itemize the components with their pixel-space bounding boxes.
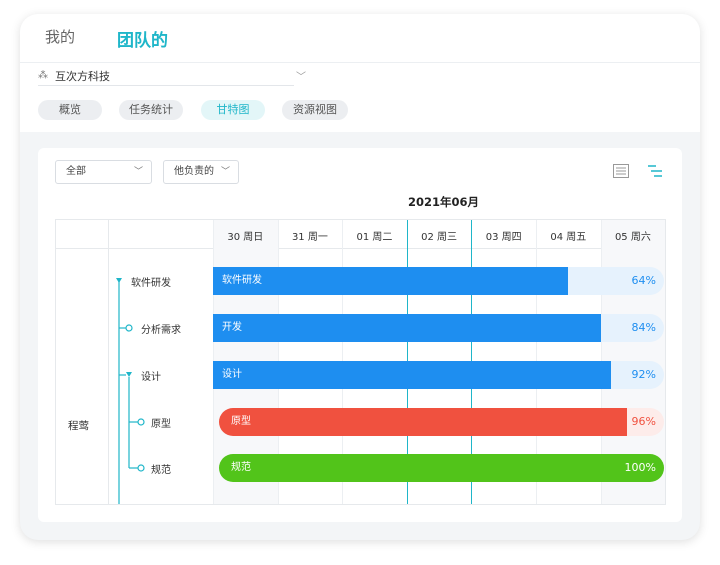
scope-value: 全部 (66, 166, 86, 177)
owner-value: 他负责的 (174, 166, 214, 177)
progress-percent: 84% (631, 321, 656, 334)
tab-team[interactable]: 团队的 (117, 26, 168, 51)
header-divider (20, 62, 700, 63)
tab-overview[interactable]: 概览 (38, 100, 102, 120)
day-header: 31 周一 (291, 232, 328, 243)
person-name: 程莺 (68, 420, 89, 432)
progress-percent: 96% (631, 415, 656, 428)
gantt-grid: 程莺 30 周日 31 周一 01 周二 02 周三 03 周四 04 周五 05 周六软件… (55, 219, 666, 505)
month-label: 2021年06月 (408, 195, 480, 209)
day-header: 02 周三 (421, 232, 458, 243)
header: 我的 团队的 ⁂ 互次方科技 ﹀ 概览 任务统计 甘特图 资源视图 (20, 14, 700, 132)
day-header: 05 周六 (614, 232, 651, 243)
progress-percent: 64% (631, 274, 656, 287)
tab-mine[interactable]: 我的 (45, 26, 75, 47)
progress-percent: 100% (624, 461, 656, 474)
leaf-node-icon (137, 418, 145, 426)
task-tree-label[interactable]: 分析需求 (141, 321, 181, 336)
org-name: 互次方科技 (55, 70, 110, 83)
day-header: 30 周日 (227, 232, 264, 243)
org-tree-icon: ⁂ (38, 70, 48, 81)
tab-task-stats[interactable]: 任务统计 (119, 100, 183, 120)
task-bar[interactable]: 原型 (219, 408, 627, 436)
list-view-icon[interactable] (612, 162, 630, 180)
leaf-node-icon (137, 464, 145, 472)
task-bar[interactable]: 开发 (213, 314, 601, 342)
task-tree-label[interactable]: 软件研发 (131, 274, 171, 289)
chevron-down-icon: ﹀ (296, 72, 306, 83)
day-header: 01 周二 (356, 232, 393, 243)
chevron-down-icon: ﹀ (133, 167, 143, 177)
leaf-node-icon (125, 324, 133, 332)
gantt-panel: 全部 ﹀ 他负责的 ﹀ 2021年06月 程莺 30 周日 31 周一 01 周二 0… (38, 148, 682, 522)
collapse-caret-icon (126, 372, 132, 377)
owner-dropdown[interactable]: 他负责的 ﹀ (163, 160, 239, 184)
collapse-caret-icon (116, 278, 122, 283)
day-header: 03 周四 (485, 232, 522, 243)
tab-gantt[interactable]: 甘特图 (201, 100, 265, 120)
task-tree-label[interactable]: 规范 (151, 461, 171, 476)
progress-percent: 92% (631, 368, 656, 381)
task-tree-label[interactable]: 原型 (151, 415, 171, 430)
task-bar[interactable]: 设计 (213, 361, 611, 389)
gantt-view-icon[interactable] (646, 162, 664, 180)
task-bar[interactable]: 规范 (219, 454, 664, 482)
tab-resource-view[interactable]: 资源视图 (282, 100, 348, 120)
task-tree-label[interactable]: 设计 (141, 368, 161, 383)
app-card: 我的 团队的 ⁂ 互次方科技 ﹀ 概览 任务统计 甘特图 资源视图 全部 ﹀ 他… (20, 14, 700, 540)
task-bar[interactable]: 软件研发 (213, 267, 568, 295)
day-header: 04 周五 (550, 232, 587, 243)
chevron-down-icon: ﹀ (220, 167, 230, 177)
org-selector[interactable]: ⁂ 互次方科技 ﹀ (38, 68, 306, 86)
scope-dropdown[interactable]: 全部 ﹀ (55, 160, 152, 184)
